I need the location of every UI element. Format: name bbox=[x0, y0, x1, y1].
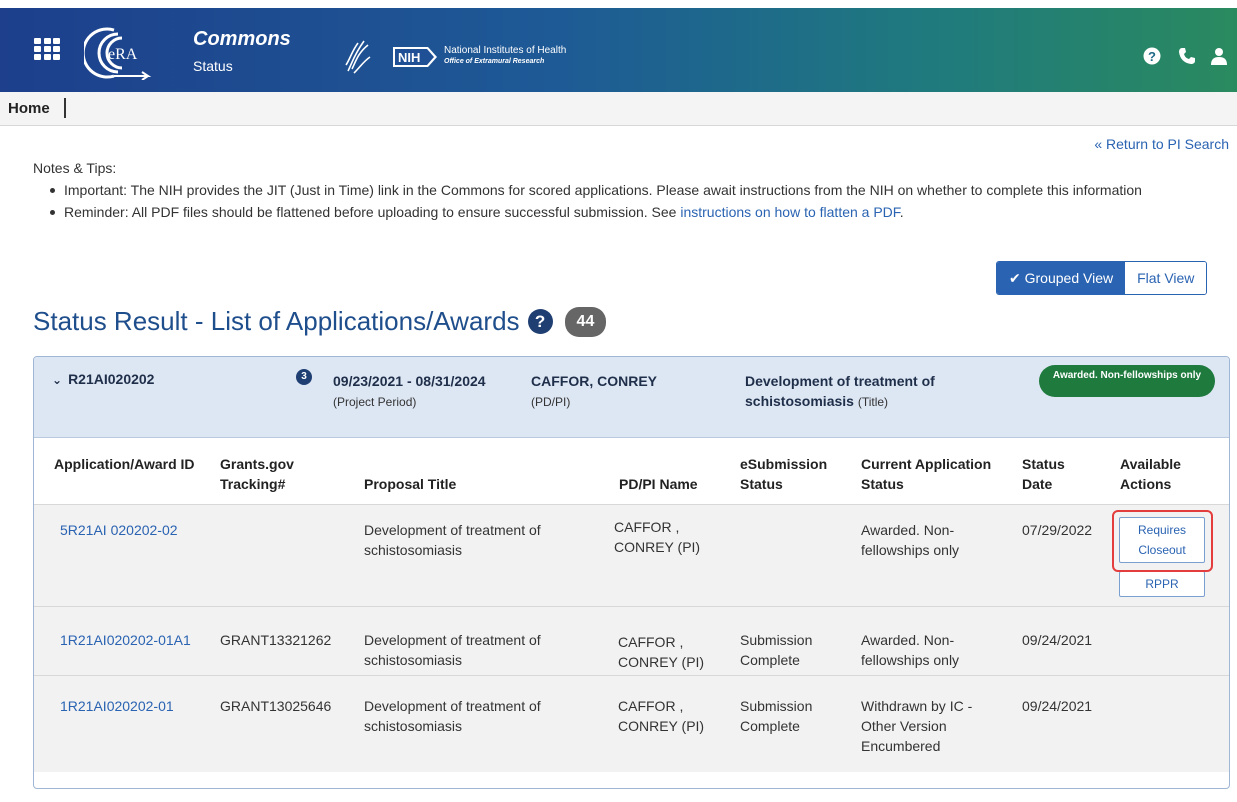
group-pi: CAFFOR, CONREY (PD/PI) bbox=[531, 371, 657, 412]
column-header-tracking: Grants.gov Tracking# bbox=[220, 456, 294, 492]
column-header-current-status: Current Application Status bbox=[861, 456, 992, 492]
page-title: Status Result - List of Applications/Awa… bbox=[33, 306, 607, 337]
pi-name: CAFFOR , CONREY (PI) bbox=[618, 698, 705, 734]
era-logo[interactable]: eRA bbox=[84, 26, 154, 80]
app-title: Commons bbox=[193, 28, 291, 50]
column-header-status-date: Status Date bbox=[1022, 456, 1065, 492]
group-title-text: Development of treatment of schistosomia… bbox=[745, 373, 935, 409]
group-title: Development of treatment of schistosomia… bbox=[745, 371, 985, 412]
proposal-title: Development of treatment of schistosomia… bbox=[364, 522, 541, 558]
breadcrumb: Home bbox=[0, 92, 1237, 126]
group-count-badge: 3 bbox=[296, 369, 312, 385]
notes-list: Important: The NIH provides the JIT (Jus… bbox=[48, 180, 1218, 224]
view-toggle: ✔ Grouped View Flat View bbox=[996, 261, 1208, 295]
page-title-text: Status Result - List of Applications/Awa… bbox=[33, 306, 520, 336]
esubmission-status: Submission Complete bbox=[740, 632, 813, 668]
group-header[interactable]: ⌄ R21AI020202 3 09/23/2021 - 08/31/2024 (… bbox=[34, 357, 1229, 438]
group-period-label: (Project Period) bbox=[333, 395, 417, 409]
nih-badge-text: NIH bbox=[398, 50, 420, 65]
tracking-number: GRANT13321262 bbox=[220, 632, 332, 648]
breadcrumb-divider bbox=[64, 98, 66, 118]
apps-grid-icon[interactable] bbox=[34, 38, 60, 60]
note-important: Important: The NIH provides the JIT (Jus… bbox=[48, 180, 1218, 200]
note-reminder: Reminder: All PDF files should be flatte… bbox=[48, 202, 1218, 222]
group-id-text: R21AI020202 bbox=[68, 371, 155, 387]
top-header-bar: eRA Commons Status NIH National Institut… bbox=[0, 8, 1237, 92]
pi-name: CAFFOR , CONREY (PI) bbox=[618, 634, 705, 670]
pi-name: CAFFOR , CONREY (PI) bbox=[614, 519, 701, 555]
column-header-actions: Available Actions bbox=[1120, 456, 1181, 492]
help-icon[interactable]: ? bbox=[1143, 47, 1161, 65]
nih-name: National Institutes of Health bbox=[444, 45, 567, 56]
group-pi-name: CAFFOR, CONREY bbox=[531, 373, 657, 389]
home-link[interactable]: Home bbox=[8, 100, 50, 117]
table-row: 1R21AI020202-01 GRANT13025646 Developmen… bbox=[34, 675, 1229, 772]
app-id-link[interactable]: 1R21AI020202-01A1 bbox=[60, 630, 191, 650]
table-row: 5R21AI 020202-02 Development of treatmen… bbox=[34, 504, 1229, 606]
era-logo-text: eRA bbox=[108, 46, 138, 63]
column-header-proposal-title: Proposal Title bbox=[364, 476, 457, 492]
user-icon[interactable] bbox=[1210, 47, 1228, 65]
notes-heading: Notes & Tips: bbox=[33, 160, 117, 176]
group-period-dates: 09/23/2021 - 08/31/2024 bbox=[333, 373, 486, 389]
svg-text:?: ? bbox=[1148, 49, 1156, 64]
hhs-eagle-icon bbox=[345, 40, 371, 74]
grouped-view-button[interactable]: ✔ Grouped View bbox=[997, 262, 1126, 294]
title-help-icon[interactable]: ? bbox=[527, 309, 553, 334]
column-header-esubmission: eSubmission Status bbox=[740, 456, 828, 492]
chevron-down-icon[interactable]: ⌄ bbox=[52, 373, 62, 387]
group-status-badge: Awarded. Non-fellowships only bbox=[1039, 365, 1215, 397]
nih-office: Office of Extramural Research bbox=[444, 58, 545, 65]
group-id[interactable]: ⌄ R21AI020202 bbox=[52, 371, 154, 387]
proposal-title: Development of treatment of schistosomia… bbox=[364, 698, 541, 734]
status-date: 09/24/2021 bbox=[1022, 698, 1093, 714]
current-status: Awarded. Non-fellowships only bbox=[861, 522, 960, 558]
application-group-panel: ⌄ R21AI020202 3 09/23/2021 - 08/31/2024 (… bbox=[33, 356, 1230, 789]
phone-icon[interactable] bbox=[1178, 47, 1196, 65]
table-row: 1R21AI020202-01A1 GRANT13321262 Developm… bbox=[34, 606, 1229, 675]
nih-badge-icon: NIH bbox=[393, 47, 437, 67]
app-id-link[interactable]: 5R21AI 020202-02 bbox=[60, 520, 178, 540]
flat-view-button[interactable]: Flat View bbox=[1125, 262, 1207, 294]
group-pi-label: (PD/PI) bbox=[531, 395, 571, 409]
flatten-pdf-link[interactable]: instructions on how to flatten a PDF bbox=[680, 204, 899, 220]
status-date: 09/24/2021 bbox=[1022, 632, 1093, 648]
column-header-app-id: Application/Award ID bbox=[54, 456, 195, 472]
group-title-label: (Title) bbox=[857, 395, 889, 409]
column-header-pi-name: PD/PI Name bbox=[619, 476, 698, 492]
result-count-badge: 44 bbox=[564, 306, 607, 337]
note-reminder-period: . bbox=[899, 204, 904, 220]
rppr-button[interactable]: RPPR bbox=[1119, 571, 1205, 597]
current-status: Awarded. Non-fellowships only bbox=[861, 632, 960, 668]
esubmission-status: Submission Complete bbox=[740, 698, 813, 734]
return-to-pi-search-link[interactable]: « Return to PI Search bbox=[1094, 136, 1229, 152]
current-status: Withdrawn by IC - Other Version Encumber… bbox=[861, 698, 973, 754]
note-reminder-text: Reminder: All PDF files should be flatte… bbox=[64, 204, 681, 220]
tracking-number: GRANT13025646 bbox=[220, 698, 332, 714]
highlight-annotation bbox=[1112, 510, 1213, 572]
proposal-title: Development of treatment of schistosomia… bbox=[364, 632, 541, 668]
status-date: 07/29/2022 bbox=[1022, 522, 1093, 538]
app-subtitle: Status bbox=[193, 58, 233, 74]
group-project-period: 09/23/2021 - 08/31/2024 (Project Period) bbox=[333, 371, 508, 412]
app-id-link[interactable]: 1R21AI020202-01 bbox=[60, 696, 174, 716]
